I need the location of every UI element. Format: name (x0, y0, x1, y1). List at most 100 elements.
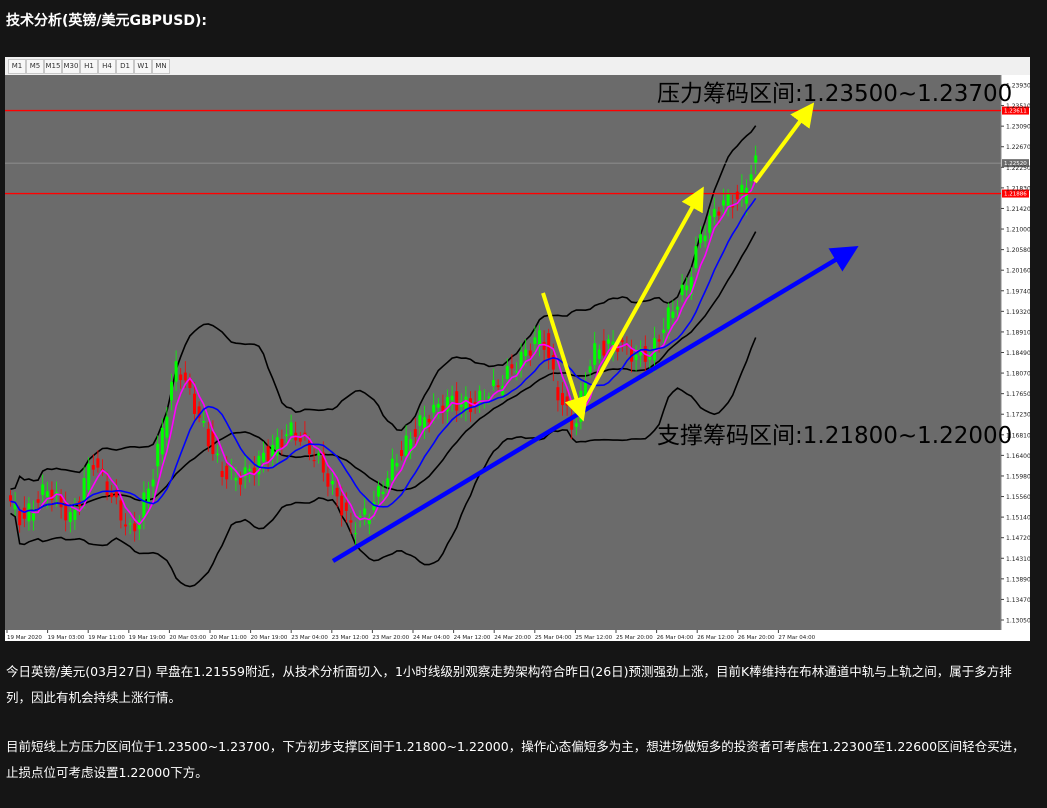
candle-body (91, 465, 95, 470)
candle-body (239, 477, 242, 485)
candle-body (597, 349, 601, 359)
price-tick-label: 1.19320 (1006, 309, 1030, 316)
candle-body (358, 516, 362, 518)
candle-body (413, 429, 417, 437)
price-tick-label: 1.15980 (1006, 473, 1030, 480)
price-tick-label: 1.18070 (1006, 371, 1030, 378)
candle-body (312, 460, 316, 462)
time-tick-label: 23 Mar 04:00 (291, 635, 328, 641)
candle-body (717, 211, 721, 216)
candle-body (685, 285, 689, 291)
candle-body (211, 430, 215, 455)
candle-body (36, 499, 40, 503)
candle-body (680, 284, 684, 296)
time-tick-label: 23 Mar 20:00 (372, 635, 409, 641)
candle-body (712, 208, 716, 217)
price-tick-label: 1.18490 (1006, 350, 1030, 357)
timeframe-button-m1[interactable]: M1 (8, 59, 26, 74)
candle-body (73, 509, 77, 520)
candle-body (671, 311, 675, 318)
analysis-paragraph-2: 目前短线上方压力区间位于1.23500~1.23700，下方初步支撑区间于1.2… (6, 739, 1025, 780)
candle-body (703, 235, 707, 242)
price-tick-label: 1.22250 (1006, 165, 1030, 172)
candle-body (110, 493, 114, 498)
candle-body (142, 492, 146, 519)
candle-body (147, 488, 150, 502)
price-tick-label: 1.17650 (1006, 391, 1030, 398)
timeframe-button-h4[interactable]: H4 (98, 59, 116, 74)
candle-body (607, 339, 610, 344)
candle-body (662, 329, 666, 334)
candle-body (524, 349, 528, 356)
price-chart: M1 M5 M15 M30 H1 H4 D1 W1 MN 1.23611 1.22520 1.218… (5, 57, 1030, 641)
candle-body (165, 416, 169, 438)
candle-body (427, 418, 431, 423)
time-tick-label: 19 Mar 11:00 (88, 635, 125, 641)
candle-body (754, 155, 758, 164)
candle-body (386, 478, 390, 487)
time-tick-label: 26 Mar 20:00 (738, 635, 775, 641)
price-tick-label: 1.16400 (1006, 453, 1030, 460)
time-tick-label: 24 Mar 04:00 (413, 635, 450, 641)
price-tick-label: 1.20580 (1006, 247, 1030, 254)
time-tick-label: 23 Mar 12:00 (332, 635, 369, 641)
candle-body (170, 381, 173, 401)
candle-body (492, 380, 495, 387)
candle-body (22, 507, 26, 519)
candle-body (151, 479, 155, 487)
candle-body (317, 453, 321, 456)
time-tick-label: 19 Mar 19:00 (129, 635, 166, 641)
price-tick-label: 1.14310 (1006, 556, 1030, 563)
candle-body (565, 396, 569, 406)
candle-body (450, 395, 454, 401)
time-tick-label: 25 Mar 12:00 (575, 635, 612, 641)
candle-body (220, 470, 224, 478)
candle-body (666, 307, 670, 330)
candle-body (234, 477, 238, 481)
candle-body (620, 340, 624, 343)
price-tick-label: 1.13470 (1006, 597, 1030, 604)
candle-body (335, 487, 339, 497)
price-tick-label: 1.18910 (1006, 329, 1030, 336)
price-tick-label: 1.21830 (1006, 185, 1030, 192)
candle-body (593, 343, 597, 365)
timeframe-button-m30[interactable]: M30 (62, 59, 80, 74)
support-zone-label: 支撑筹码区间:1.21800~1.22000 (657, 423, 1012, 449)
candle-body (156, 443, 160, 467)
candle-body (377, 486, 380, 497)
candle-body (574, 423, 578, 427)
candle-body (510, 364, 514, 369)
time-tick-label: 27 Mar 04:00 (778, 635, 815, 641)
timeframe-button-w1[interactable]: W1 (134, 59, 152, 74)
candle-body (331, 481, 334, 485)
timeframe-button-mn[interactable]: MN (152, 59, 170, 74)
time-tick-label: 24 Mar 20:00 (494, 635, 531, 641)
timeframe-button-m15[interactable]: M15 (44, 59, 62, 74)
candle-body (179, 374, 183, 381)
price-tick-label: 1.19740 (1006, 288, 1030, 295)
candle-body (133, 523, 137, 532)
time-tick-label: 25 Mar 20:00 (616, 635, 653, 641)
candle-body (206, 428, 210, 447)
timeframe-button-d1[interactable]: D1 (116, 59, 134, 74)
candle-body (119, 500, 123, 521)
time-tick-label: 20 Mar 19:00 (251, 635, 288, 641)
candle-body (340, 495, 344, 516)
plot-area (5, 75, 1001, 630)
price-tick-label: 1.22670 (1006, 144, 1030, 151)
candle-body (326, 473, 330, 487)
candle-body (404, 435, 408, 456)
timeframe-button-h1[interactable]: H1 (80, 59, 98, 74)
candle-body (216, 453, 219, 456)
candle-body (363, 508, 367, 515)
price-tick-label: 1.13890 (1006, 576, 1030, 583)
price-tick-label: 1.20160 (1006, 268, 1030, 275)
candle-body (105, 481, 109, 496)
candle-body (657, 339, 661, 342)
candle-body (225, 465, 229, 480)
time-tick-label: 26 Mar 04:00 (657, 635, 694, 641)
timeframe-button-m5[interactable]: M5 (26, 59, 44, 74)
candle-body (280, 438, 284, 448)
candle-body (349, 520, 353, 523)
time-tick-label: 26 Mar 12:00 (697, 635, 734, 641)
